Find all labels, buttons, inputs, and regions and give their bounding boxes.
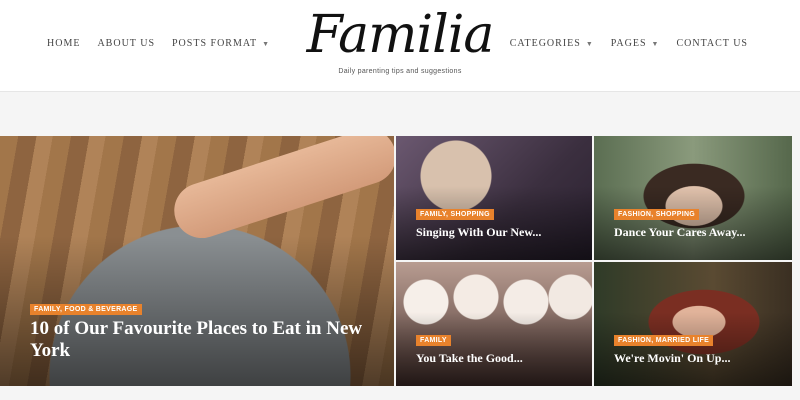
- category-badge[interactable]: FAMILY, FOOD & BEVERAGE: [30, 304, 142, 315]
- featured-post-tile[interactable]: FASHION, SHOPPING Dance Your Cares Away.…: [594, 136, 792, 260]
- image-overlay: [396, 185, 592, 260]
- category-badge[interactable]: FAMILY: [416, 335, 451, 346]
- nav-left: HOME ABOUT US POSTS FORMAT ▼: [47, 38, 270, 49]
- image-overlay: [594, 311, 792, 386]
- chevron-down-icon: ▼: [651, 39, 660, 48]
- nav-posts-format[interactable]: POSTS FORMAT ▼: [172, 38, 270, 49]
- nav-posts-format-label: POSTS FORMAT: [172, 38, 258, 49]
- chevron-down-icon: ▼: [262, 39, 271, 48]
- site-tagline: Daily parenting tips and suggestions: [338, 68, 462, 75]
- post-title[interactable]: We're Movin' On Up...: [614, 351, 730, 366]
- image-overlay: [594, 185, 792, 260]
- post-title[interactable]: You Take the Good...: [416, 351, 523, 366]
- chevron-down-icon: ▼: [585, 39, 594, 48]
- nav-pages[interactable]: PAGES ▼: [611, 38, 660, 49]
- site-header: HOME ABOUT US POSTS FORMAT ▼ Familia Dail…: [0, 0, 800, 92]
- site-logo[interactable]: Familia: [300, 2, 500, 68]
- nav-about-us-label: ABOUT US: [97, 38, 155, 49]
- featured-post-main[interactable]: FAMILY, FOOD & BEVERAGE 10 of Our Favour…: [0, 136, 394, 386]
- image-overlay: [396, 311, 592, 386]
- featured-post-tile[interactable]: FAMILY, SHOPPING Singing With Our New...: [396, 136, 592, 260]
- featured-post-tile[interactable]: FAMILY You Take the Good...: [396, 262, 592, 386]
- nav-categories[interactable]: CATEGORIES ▼: [510, 38, 594, 49]
- nav-pages-label: PAGES: [610, 38, 647, 49]
- nav-contact-us[interactable]: CONTACT US: [676, 38, 748, 49]
- post-title[interactable]: 10 of Our Favourite Places to Eat in New…: [30, 318, 380, 362]
- nav-home-label: HOME: [47, 38, 81, 49]
- nav-contact-us-label: CONTACT US: [676, 38, 748, 49]
- featured-grid: FAMILY, FOOD & BEVERAGE 10 of Our Favour…: [0, 136, 792, 386]
- post-title[interactable]: Dance Your Cares Away...: [614, 225, 746, 240]
- nav-about-us[interactable]: ABOUT US: [97, 38, 155, 49]
- category-badge[interactable]: FASHION, MARRIED LIFE: [614, 335, 714, 346]
- category-badge[interactable]: FASHION, SHOPPING: [614, 209, 700, 220]
- nav-home[interactable]: HOME: [47, 38, 80, 49]
- nav-right: CATEGORIES ▼ PAGES ▼ CONTACT US: [510, 38, 748, 49]
- nav-categories-label: CATEGORIES: [509, 38, 581, 49]
- category-badge[interactable]: FAMILY, SHOPPING: [416, 209, 494, 220]
- post-title[interactable]: Singing With Our New...: [416, 225, 541, 240]
- featured-post-tile[interactable]: FASHION, MARRIED LIFE We're Movin' On Up…: [594, 262, 792, 386]
